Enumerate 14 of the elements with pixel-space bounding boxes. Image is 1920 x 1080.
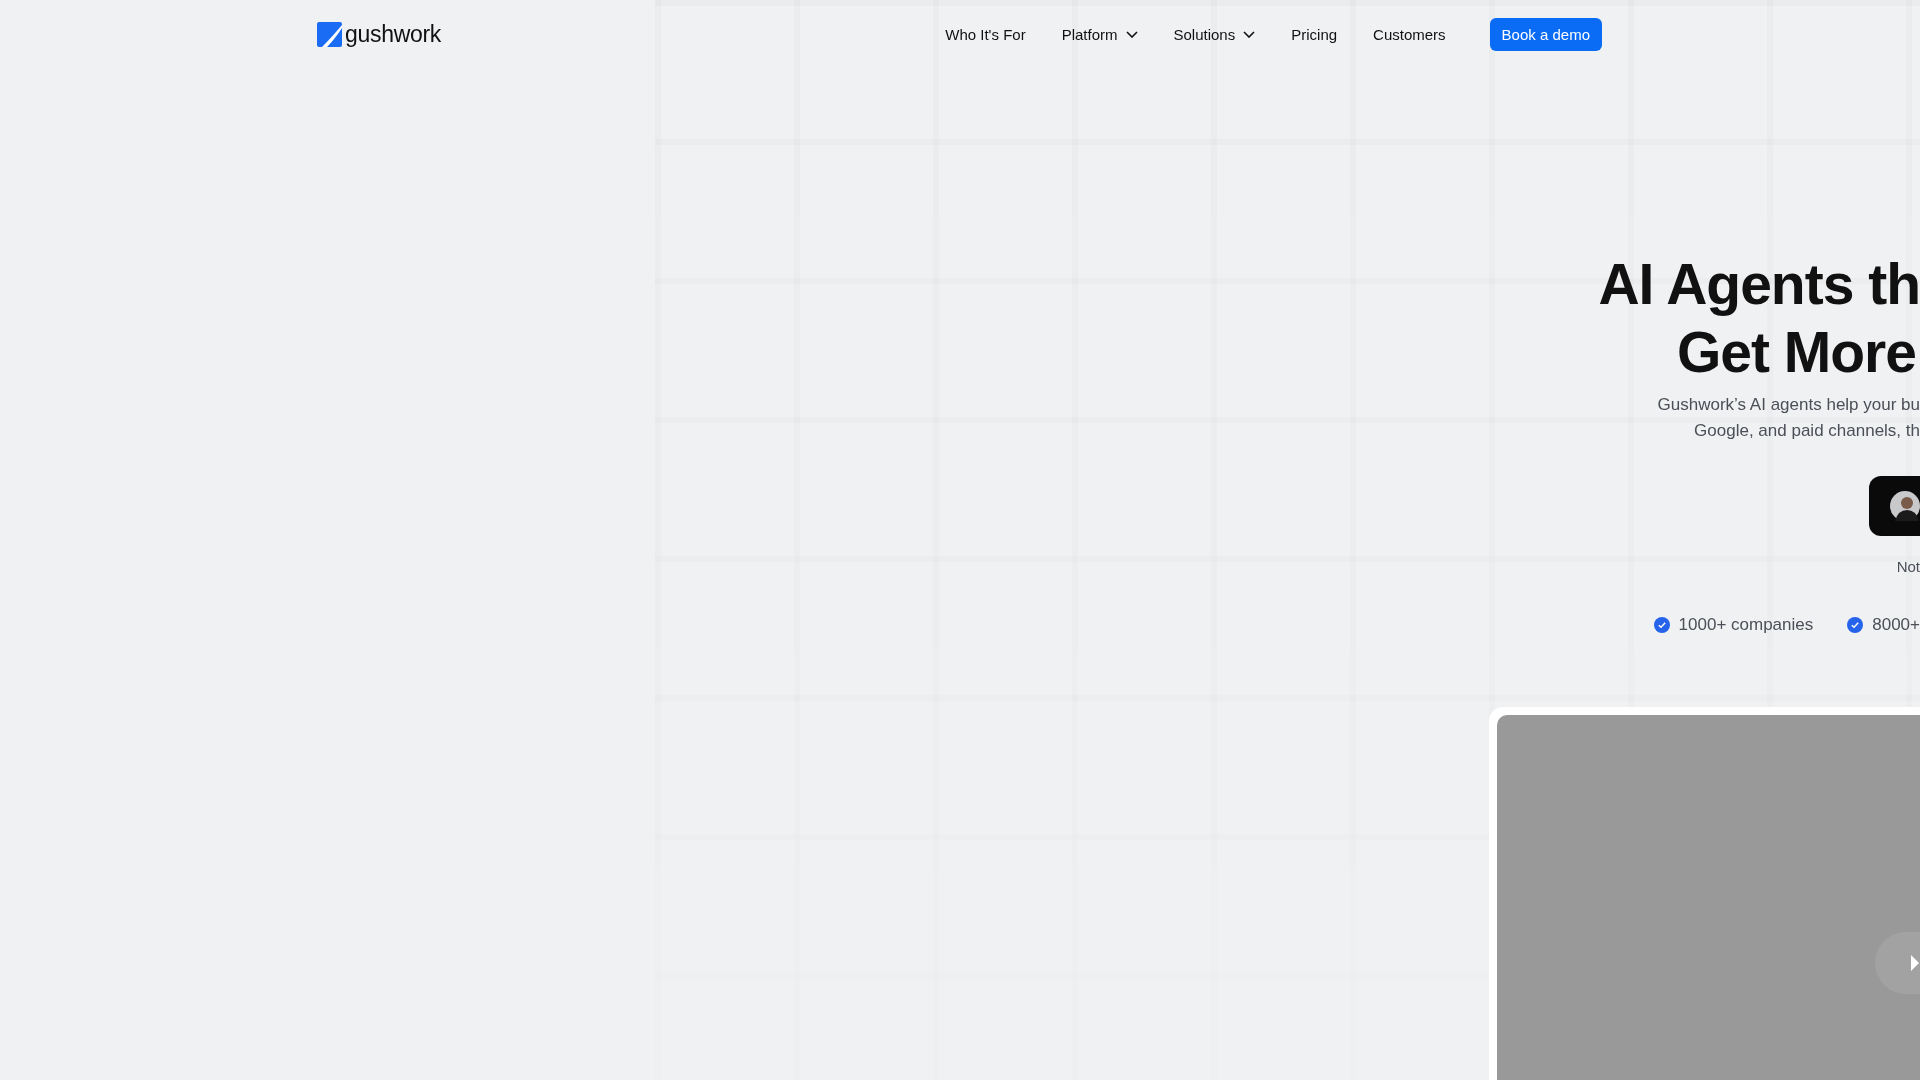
subtitle-text: Google, and paid channels, th — [1694, 420, 1920, 442]
nav-link[interactable]: Who It's For — [945, 25, 1026, 43]
headline: Get More — [1676, 319, 1916, 386]
nav-link[interactable]: Solutions — [1173, 25, 1256, 43]
stat-text: 1000+ companies — [1678, 615, 1814, 635]
nav-link[interactable]: Platform — [1061, 25, 1138, 43]
subtitle-text: Gushwork’s AI agents help your bu — [1657, 394, 1920, 416]
book-demo-button[interactable]: Book a demo — [1489, 17, 1602, 51]
stat-text: 8000+ — [1872, 615, 1920, 635]
note-text: Not — [1896, 558, 1920, 575]
nav-link[interactable]: Customers — [1373, 25, 1446, 43]
nav-link[interactable]: Pricing — [1291, 25, 1338, 43]
logo-text[interactable]: gushwork — [345, 20, 442, 48]
headline: AI Agents th — [1598, 251, 1920, 318]
